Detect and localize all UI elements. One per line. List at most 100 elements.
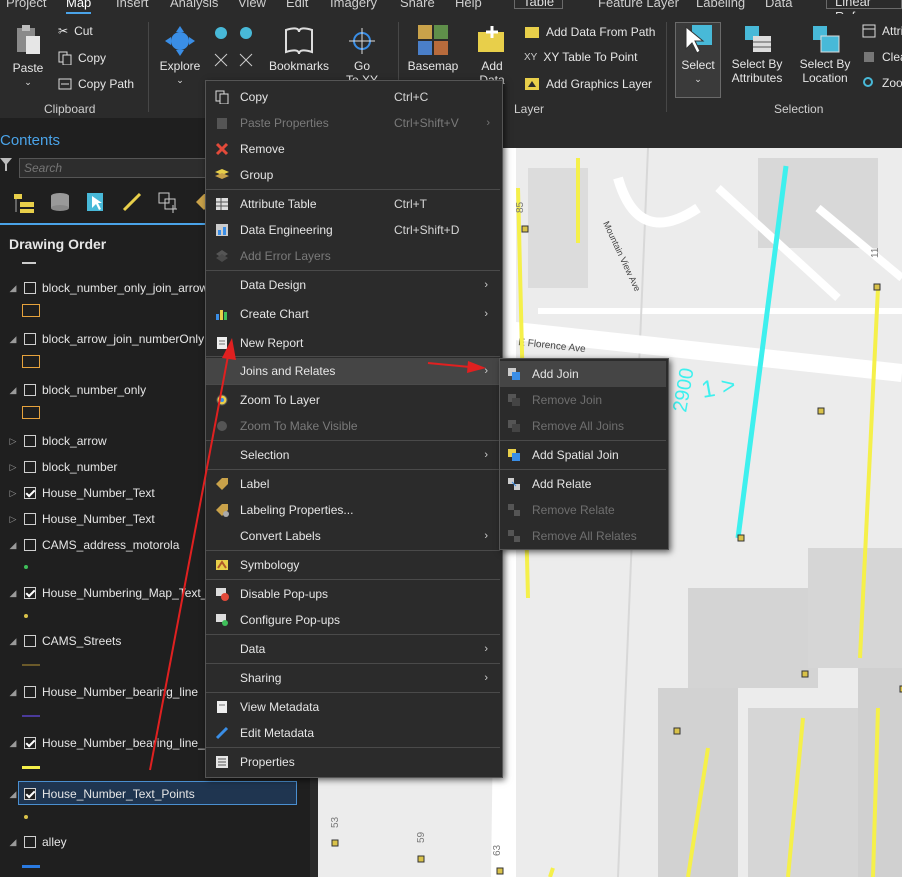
collapse-arrow-icon[interactable]: ▷ (8, 462, 18, 473)
add-data-from-path-button[interactable]: Add Data From Path (524, 24, 655, 40)
tab-edit[interactable]: Edit (286, 0, 308, 10)
menu-item-data-design[interactable]: Data Design › (206, 272, 500, 298)
tab-help[interactable]: Help (455, 0, 482, 10)
layer-checkbox[interactable] (24, 333, 36, 345)
collapse-arrow-icon[interactable]: ▷ (8, 436, 18, 447)
menu-item-label[interactable]: Label (206, 471, 500, 497)
layer-checkbox[interactable] (24, 635, 36, 647)
expand-arrow-icon[interactable]: ◢ (8, 738, 18, 749)
menu-item-sharing[interactable]: Sharing › (206, 665, 500, 691)
search-input[interactable] (19, 158, 209, 178)
menu-item-create-chart[interactable]: Create Chart › (206, 301, 500, 327)
menu-item-zoom-to-layer[interactable]: Zoom To Layer (206, 387, 500, 413)
menu-item-symbology[interactable]: Symbology (206, 552, 500, 578)
expand-arrow-icon[interactable]: ◢ (8, 385, 18, 396)
menu-item-copy[interactable]: Copy Ctrl+C (206, 84, 500, 110)
tab-imagery[interactable]: Imagery (330, 0, 377, 10)
copy-button[interactable]: Copy (58, 51, 106, 65)
layer-checkbox[interactable] (24, 686, 36, 698)
basemap-button[interactable]: Basemap (406, 24, 460, 73)
menu-item-edit-metadata[interactable]: Edit Metadata (206, 720, 500, 746)
menu-item-attribute-table[interactable]: Attribute Table Ctrl+T (206, 191, 500, 217)
select-button[interactable]: Select ⌄ (675, 22, 721, 98)
tab-view[interactable]: View (238, 0, 266, 10)
layer-item-selected[interactable]: ◢ House_Number_Text_Points (8, 784, 195, 804)
tab-linear-referencing[interactable]: Linear Refe (826, 0, 902, 14)
tab-project[interactable]: Project (6, 0, 46, 10)
layer-item[interactable]: ▷ House_Number_Text (8, 483, 155, 503)
add-graphics-layer-button[interactable]: Add Graphics Layer (524, 76, 652, 92)
layer-item[interactable]: ◢ block_number_only (8, 380, 147, 400)
tab-insert[interactable]: Insert (116, 0, 149, 10)
layer-checkbox[interactable] (24, 788, 36, 800)
add-data-button[interactable]: Add Data (470, 24, 514, 87)
layer-checkbox[interactable] (24, 737, 36, 749)
xy-table-to-point-button[interactable]: XY XY Table To Point (524, 50, 637, 64)
submenu-item-add-relate[interactable]: Add Relate (500, 471, 666, 497)
layer-item[interactable]: ◢ House_Numbering_Map_Text_P (8, 583, 216, 603)
select-by-attributes-button[interactable]: Select By Attributes (728, 24, 786, 85)
expand-arrow-icon[interactable]: ◢ (8, 636, 18, 647)
menu-item-properties[interactable]: Properties (206, 749, 500, 775)
menu-item-selection[interactable]: Selection › (206, 442, 500, 468)
layer-item[interactable]: ◢ House_Number_bearing_line (8, 682, 199, 702)
submenu-item-remove-relate[interactable]: Remove Relate (500, 497, 666, 523)
menu-item-view-metadata[interactable]: View Metadata (206, 694, 500, 720)
menu-item-labeling-properties[interactable]: Labeling Properties... (206, 497, 500, 523)
layer-checkbox[interactable] (24, 435, 36, 447)
submenu-item-add-join[interactable]: Add Join (500, 361, 666, 387)
layer-checkbox[interactable] (24, 461, 36, 473)
menu-item-data[interactable]: Data › (206, 636, 500, 662)
submenu-item-remove-all-joins[interactable]: Remove All Joins (500, 413, 666, 439)
menu-item-zoom-to-make-visible[interactable]: Zoom To Make Visible (206, 413, 500, 439)
menu-item-joins-and-relates[interactable]: Joins and Relates › (206, 358, 500, 384)
layer-item[interactable]: ▷ block_arrow (8, 431, 107, 451)
layer-item[interactable]: ▷ block_number (8, 457, 118, 477)
expand-arrow-icon[interactable]: ◢ (8, 789, 18, 800)
menu-item-group[interactable]: Group (206, 162, 500, 188)
layer-checkbox[interactable] (24, 587, 36, 599)
menu-item-convert-labels[interactable]: Convert Labels › (206, 523, 500, 549)
layer-checkbox[interactable] (24, 539, 36, 551)
layer-checkbox[interactable] (24, 513, 36, 525)
drawing-order-icon[interactable] (12, 190, 36, 214)
tab-table[interactable]: Table (514, 0, 564, 9)
collapse-arrow-icon[interactable]: ▷ (8, 488, 18, 499)
select-by-location-button[interactable]: Select By Location (796, 24, 854, 85)
filter-icon[interactable] (0, 158, 12, 175)
data-source-icon[interactable] (48, 190, 72, 214)
menu-item-add-error-layers[interactable]: Add Error Layers (206, 243, 500, 269)
tab-analysis[interactable]: Analysis (170, 0, 218, 10)
layer-item[interactable]: ◢ House_Number_bearing_line_20 (8, 733, 219, 753)
menu-item-data-engineering[interactable]: Data Engineering Ctrl+Shift+D (206, 217, 500, 243)
layer-checkbox[interactable] (24, 487, 36, 499)
submenu-item-add-spatial-join[interactable]: Add Spatial Join (500, 442, 666, 468)
attributes-button[interactable]: Attri (862, 24, 902, 38)
menu-item-configure-popups[interactable]: Configure Pop-ups (206, 607, 500, 633)
layer-checkbox[interactable] (24, 384, 36, 396)
menu-item-new-report[interactable]: New Report (206, 330, 500, 356)
expand-arrow-icon[interactable]: ◢ (8, 334, 18, 345)
copy-path-button[interactable]: Copy Path (58, 77, 134, 91)
tab-map[interactable]: Map (66, 0, 92, 14)
clear-button[interactable]: Clea (862, 50, 902, 64)
expand-arrow-icon[interactable]: ◢ (8, 837, 18, 848)
bookmarks-button[interactable]: Bookmarks (266, 26, 332, 73)
tab-feature-layer[interactable]: Feature Layer (598, 0, 679, 10)
menu-item-paste-properties[interactable]: Paste Properties Ctrl+Shift+V › (206, 110, 500, 136)
layer-item[interactable]: ▷ House_Number_Text (8, 509, 155, 529)
expand-arrow-icon[interactable]: ◢ (8, 540, 18, 551)
submenu-item-remove-all-relates[interactable]: Remove All Relates (500, 523, 666, 549)
menu-item-disable-popups[interactable]: Disable Pop-ups (206, 581, 500, 607)
layer-checkbox[interactable] (24, 836, 36, 848)
snapping-icon[interactable] (156, 190, 180, 214)
go-to-xy-button[interactable]: Go To XY (340, 26, 384, 87)
expand-arrow-icon[interactable]: ◢ (8, 588, 18, 599)
layer-item[interactable]: ◢ alley (8, 832, 67, 852)
editing-pencil-icon[interactable] (120, 190, 144, 214)
paste-button[interactable]: Paste ⌄ (10, 24, 46, 89)
submenu-item-remove-join[interactable]: Remove Join (500, 387, 666, 413)
collapse-arrow-icon[interactable]: ▷ (8, 514, 18, 525)
zoom-to-selection-button[interactable]: Zoo (862, 76, 902, 90)
tab-share[interactable]: Share (400, 0, 435, 10)
